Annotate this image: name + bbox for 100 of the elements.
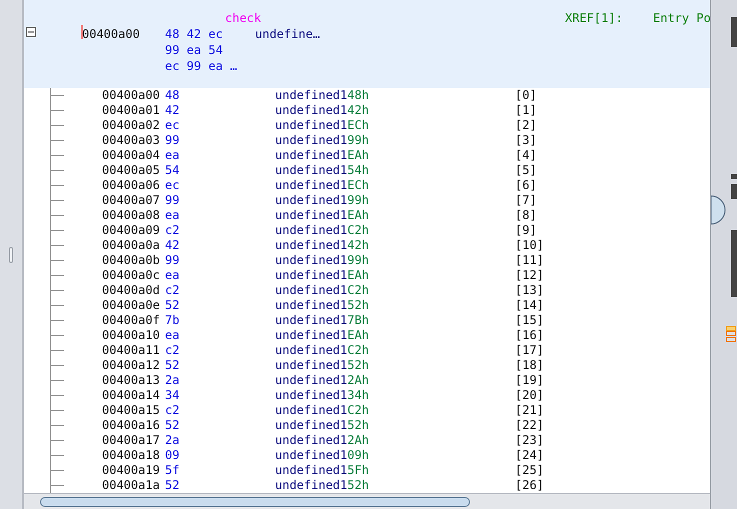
address: 00400a08 bbox=[102, 208, 160, 223]
byte-value: 48 bbox=[165, 88, 180, 103]
address: 00400a0a bbox=[102, 238, 160, 253]
data-type-value: undefined199h bbox=[275, 193, 369, 208]
address: 00400a1a bbox=[102, 478, 160, 493]
text-cursor bbox=[81, 25, 83, 39]
data-type-value: undefined152h bbox=[275, 298, 369, 313]
data-type-value: undefined12Ah bbox=[275, 433, 369, 448]
byte-value: c2 bbox=[165, 403, 180, 418]
data-type-value: undefined152h bbox=[275, 418, 369, 433]
byte-value: 99 bbox=[165, 253, 180, 268]
address: 00400a06 bbox=[102, 178, 160, 193]
collapse-icon[interactable] bbox=[26, 27, 36, 37]
address: 00400a05 bbox=[102, 163, 160, 178]
array-index: [14] bbox=[515, 298, 544, 313]
data-type-value: undefined134h bbox=[275, 388, 369, 403]
address: 00400a18 bbox=[102, 448, 160, 463]
byte-values: ec 99 ea … bbox=[165, 58, 238, 75]
byte-value: 2a bbox=[165, 433, 180, 448]
address: 00400a0f bbox=[102, 313, 160, 328]
address: 00400a02 bbox=[102, 118, 160, 133]
data-type-value: undefined1EAh bbox=[275, 328, 369, 343]
byte-value: ea bbox=[165, 328, 180, 343]
address: 00400a00 bbox=[102, 88, 160, 103]
address: 00400a09 bbox=[102, 223, 160, 238]
data-type-value: undefined1EAh bbox=[275, 268, 369, 283]
array-index: [25] bbox=[515, 463, 544, 478]
array-index: [16] bbox=[515, 328, 544, 343]
array-index: [8] bbox=[515, 208, 537, 223]
address: 00400a13 bbox=[102, 373, 160, 388]
byte-value: 52 bbox=[165, 298, 180, 313]
data-type-value: undefined142h bbox=[275, 103, 369, 118]
byte-value: c2 bbox=[165, 343, 180, 358]
address: 00400a11 bbox=[102, 343, 160, 358]
byte-value: 09 bbox=[165, 448, 180, 463]
array-index: [7] bbox=[515, 193, 537, 208]
address: 00400a10 bbox=[102, 328, 160, 343]
data-type-value: undefined1EAh bbox=[275, 148, 369, 163]
address: 00400a16 bbox=[102, 418, 160, 433]
label-name: check bbox=[225, 10, 262, 27]
byte-value: ea bbox=[165, 268, 180, 283]
address: 00400a15 bbox=[102, 403, 160, 418]
data-type-value: undefined15Fh bbox=[275, 463, 369, 478]
data-type-value: undefined109h bbox=[275, 448, 369, 463]
data-type-value: undefined142h bbox=[275, 238, 369, 253]
array-index: [26] bbox=[515, 478, 544, 493]
array-index: [22] bbox=[515, 418, 544, 433]
data-type-value: undefined1ECh bbox=[275, 118, 369, 133]
data-type-value: undefined1C2h bbox=[275, 403, 369, 418]
byte-values: 48 42 ec bbox=[165, 26, 223, 43]
array-index: [11] bbox=[515, 253, 544, 268]
byte-value: ec bbox=[165, 178, 180, 193]
array-index: [3] bbox=[515, 133, 537, 148]
scroll-thumb[interactable] bbox=[40, 496, 470, 506]
byte-value: 42 bbox=[165, 238, 180, 253]
data-type-value: undefined152h bbox=[275, 478, 369, 493]
data-type: undefine… bbox=[255, 26, 320, 43]
array-index: [9] bbox=[515, 223, 537, 238]
address: 00400a01 bbox=[102, 103, 160, 118]
array-index: [17] bbox=[515, 343, 544, 358]
data-type-value: undefined154h bbox=[275, 163, 369, 178]
address: 00400a04 bbox=[102, 148, 160, 163]
address: 00400a0d bbox=[102, 283, 160, 298]
data-type-value: undefined1C2h bbox=[275, 343, 369, 358]
data-type-value: undefined152h bbox=[275, 358, 369, 373]
byte-values: 99 ea 54 bbox=[165, 42, 223, 59]
vertical-scroll-thumb[interactable] bbox=[711, 195, 726, 225]
data-type-value: undefined1C2h bbox=[275, 283, 369, 298]
address: 00400a07 bbox=[102, 193, 160, 208]
data-type-value: undefined12Ah bbox=[275, 373, 369, 388]
data-type-value: undefined1C2h bbox=[275, 223, 369, 238]
array-index: [12] bbox=[515, 268, 544, 283]
xref-label: XREF[1]: bbox=[565, 10, 623, 27]
array-index: [6] bbox=[515, 178, 537, 193]
data-type-value: undefined199h bbox=[275, 133, 369, 148]
array-index: [0] bbox=[515, 88, 537, 103]
byte-value: 2a bbox=[165, 373, 180, 388]
byte-value: 42 bbox=[165, 103, 180, 118]
array-index: [4] bbox=[515, 148, 537, 163]
byte-value: c2 bbox=[165, 223, 180, 238]
byte-value: 7b bbox=[165, 313, 180, 328]
data-type-value: undefined148h bbox=[275, 88, 369, 103]
byte-value: 54 bbox=[165, 163, 180, 178]
address: 00400a0e bbox=[102, 298, 160, 313]
byte-value: ec bbox=[165, 118, 180, 133]
horizontal-scrollbar[interactable] bbox=[24, 493, 710, 509]
byte-value: 52 bbox=[165, 358, 180, 373]
byte-value: 99 bbox=[165, 193, 180, 208]
array-index: [19] bbox=[515, 373, 544, 388]
address: 00400a0c bbox=[102, 268, 160, 283]
byte-value: 52 bbox=[165, 418, 180, 433]
xref-target: Entry Po bbox=[653, 10, 710, 27]
array-index: [21] bbox=[515, 403, 544, 418]
splitter-handle[interactable] bbox=[9, 246, 13, 262]
array-index: [20] bbox=[515, 388, 544, 403]
data-type-value: undefined1ECh bbox=[275, 178, 369, 193]
address: 00400a12 bbox=[102, 358, 160, 373]
array-index: [13] bbox=[515, 283, 544, 298]
array-index: [1] bbox=[515, 103, 537, 118]
byte-value: c2 bbox=[165, 283, 180, 298]
